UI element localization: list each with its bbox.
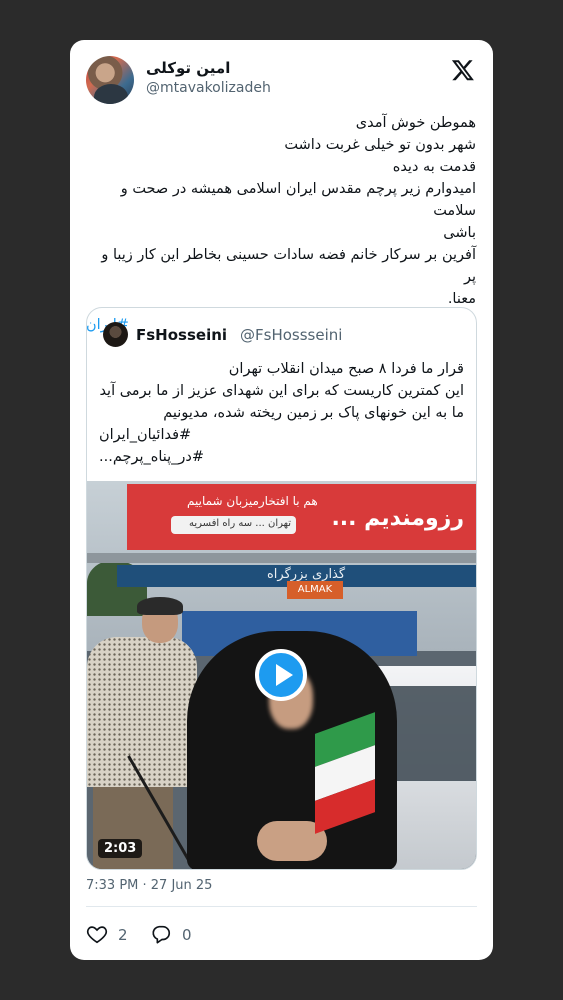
tweet-timestamp[interactable]: 7:33 PM · 27 Jun 25 — [86, 878, 212, 893]
heart-icon — [86, 926, 108, 944]
quoted-tweet-header: FsHosseini @FsHossseini — [103, 322, 464, 348]
road-sign-text: گذاری بزرگراه — [267, 567, 346, 582]
video-man — [87, 597, 200, 869]
video-duration: 2:03 — [98, 839, 143, 858]
billboard-top-text: هم با افتخارمیزبان شماییم — [187, 494, 318, 508]
quoted-author-name[interactable]: FsHosseini — [136, 326, 227, 344]
quoted-author-avatar[interactable] — [103, 322, 128, 347]
video-billboard: هم با افتخارمیزبان شماییم تهران ... سه ر… — [127, 484, 476, 550]
quoted-hashtag-1[interactable]: #فدائیان_ایران — [99, 424, 464, 446]
reply-button[interactable]: 0 — [150, 923, 210, 947]
author-avatar[interactable] — [86, 56, 134, 104]
tweet-line: شهر بدون تو خیلی غربت داشت — [284, 137, 476, 153]
truck-label: ALMAK — [287, 581, 343, 599]
video-gantry — [87, 553, 476, 563]
divider — [86, 906, 477, 907]
play-icon[interactable] — [255, 649, 307, 701]
tweet-line: هموطن خوش آمدی — [355, 115, 476, 131]
video-player[interactable]: هم با افتخارمیزبان شماییم تهران ... سه ر… — [87, 481, 476, 869]
x-logo-icon[interactable] — [451, 58, 475, 82]
author-name[interactable]: امین توکلی — [146, 59, 230, 77]
quoted-tweet[interactable]: FsHosseini @FsHossseini قرار ما فردا ۸ ص… — [86, 307, 477, 870]
tweet-card: امین توکلی @mtavakolizadeh هموطن خوش آمد… — [70, 40, 493, 960]
quoted-line: قرار ما فردا ۸ صبح میدان انقلاب تهران — [228, 361, 464, 377]
tweet-line: قدمت به دیده — [392, 159, 476, 175]
tweet-body: هموطن خوش آمدی شهر بدون تو خیلی غربت داش… — [86, 112, 476, 336]
tweet-actions: 2 0 — [86, 923, 477, 947]
quoted-hashtag-2[interactable]: #در_پناه_پرچم... — [99, 446, 464, 468]
tweet-line: باشی — [443, 225, 476, 241]
quoted-line: ما به این خونهای پاک بر زمین ریخته شده، … — [163, 405, 464, 421]
reply-bubble-icon — [152, 925, 171, 944]
reply-count: 0 — [182, 926, 192, 944]
tweet-line: آفرین بر سرکار خانم فضه سادات حسینی بخاط… — [101, 247, 476, 285]
tweet-line: امیدوارم زیر پرچم مقدس ایران اسلامی همیش… — [120, 181, 476, 219]
billboard-address-text: تهران ... سه راه افسریه — [189, 518, 292, 529]
quoted-line: این کمترین کاریست که برای این شهدای عزیز… — [99, 383, 464, 399]
author-handle[interactable]: @mtavakolizadeh — [146, 80, 271, 96]
quoted-author-handle[interactable]: @FsHossseini — [240, 326, 342, 344]
tweet-header: امین توکلی @mtavakolizadeh — [86, 56, 477, 108]
like-count: 2 — [118, 926, 128, 944]
quoted-tweet-body: قرار ما فردا ۸ صبح میدان انقلاب تهران ای… — [99, 358, 464, 468]
like-button[interactable]: 2 — [86, 923, 146, 947]
billboard-main-text: رزومندیم ... — [331, 506, 464, 531]
